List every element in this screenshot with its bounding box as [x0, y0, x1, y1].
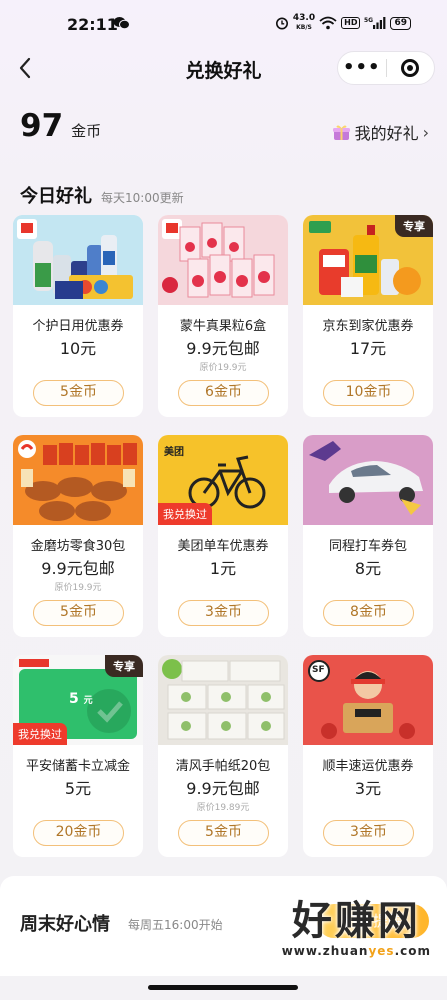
gift-card[interactable]: 美团 我兑换过 美团单车优惠券 1元 3金币	[158, 435, 288, 637]
gift-box-icon	[332, 125, 350, 140]
redeemed-tag: 我兑换过	[13, 723, 67, 745]
watermark-logo: 好赚网	[291, 898, 421, 944]
signal-icon: 5G	[364, 17, 386, 29]
gift-name: 蒙牛真果粒6盒	[179, 319, 267, 334]
gift-name: 顺丰速运优惠券	[322, 759, 414, 774]
gift-card[interactable]: 个护日用优惠券 10元 5金币	[13, 215, 143, 417]
exclusive-tag: 专享	[105, 655, 143, 677]
weekend-section: 周末好心情 每周五16:00开始 订阅提醒 好赚网 www.zhuanyes.c…	[0, 876, 447, 976]
chevron-right-icon: ›	[422, 122, 429, 142]
weekend-subtitle: 每周五16:00开始	[128, 918, 223, 932]
product-image: 美团 我兑换过	[158, 435, 288, 525]
personal-care-products-image	[13, 215, 143, 305]
coin-balance-unit: 金币	[71, 122, 102, 140]
coin-balance: 97 金币	[20, 108, 101, 144]
product-image	[13, 215, 143, 305]
gift-card[interactable]: 蒙牛真果粒6盒 9.9元包邮 原价19.9元 6金币	[158, 215, 288, 417]
gift-card[interactable]: 清风手帕纸20包 9.9元包邮 原价19.89元 5金币	[158, 655, 288, 857]
product-image: SF	[303, 655, 433, 745]
gift-price: 10元	[59, 339, 97, 358]
gift-card[interactable]: 专享 京东到家优惠券 17元 10金币	[303, 215, 433, 417]
product-image	[303, 435, 433, 525]
product-image	[13, 435, 143, 525]
mengniu-juice-boxes-image	[158, 215, 288, 305]
wifi-icon	[319, 16, 337, 30]
gift-price: 8元	[354, 559, 382, 578]
product-image: 5 元 专享 我兑换过	[13, 655, 143, 745]
miniapp-capsule: •••	[337, 51, 435, 85]
original-price: 原价19.9元	[54, 583, 102, 593]
product-image	[158, 655, 288, 745]
meituan-logo-text: 美团	[164, 447, 184, 458]
gift-name: 同程打车券包	[328, 539, 407, 554]
home-indicator[interactable]	[148, 985, 298, 990]
qingfeng-tissue-packs-image	[158, 655, 288, 745]
redeem-button[interactable]: 5金币	[178, 820, 269, 846]
weekend-title: 周末好心情	[20, 914, 110, 935]
gift-name: 清风手帕纸20包	[175, 759, 271, 774]
gift-price: 3元	[354, 779, 382, 798]
original-price: 原价19.9元	[199, 363, 247, 373]
wechat-icon	[113, 17, 130, 30]
redeem-button[interactable]: 10金币	[323, 380, 414, 406]
watermark-url: www.zhuanyes.com	[281, 944, 431, 958]
gift-price: 5元	[64, 779, 92, 798]
my-gifts-label: 我的好礼	[354, 124, 419, 143]
tongcheng-taxi-car-image	[303, 435, 433, 525]
more-dots-icon[interactable]: •••	[338, 51, 386, 85]
site-watermark: 好赚网 www.zhuanyes.com	[282, 888, 431, 958]
redeem-button[interactable]: 5金币	[33, 380, 124, 406]
capsule-close-icon[interactable]	[386, 59, 434, 77]
gift-price: 9.9元包邮	[186, 779, 260, 798]
voucher-amount-value: 5	[69, 691, 79, 707]
gift-name: 平安储蓄卡立减金	[25, 759, 130, 774]
gift-card[interactable]: 金磨坊零食30包 9.9元包邮 原价19.9元 5金币	[13, 435, 143, 637]
gift-name: 金磨坊零食30包	[30, 539, 126, 554]
gift-price: 1元	[209, 559, 237, 578]
svg-text:5G: 5G	[364, 17, 373, 24]
today-gifts-header: 今日好礼 每天10:00更新	[20, 182, 184, 208]
battery-indicator: 69	[390, 16, 411, 30]
redeemed-tag: 我兑换过	[158, 503, 212, 525]
hd-badge: HD	[341, 17, 361, 29]
redeem-button[interactable]: 5金币	[33, 600, 124, 626]
gift-card[interactable]: 5 元 专享 我兑换过 平安储蓄卡立减金 5元 20金币	[13, 655, 143, 857]
section-subtitle: 每天10:00更新	[101, 191, 184, 205]
sf-logo-text: SF	[312, 665, 325, 675]
my-gifts-link[interactable]: 我的好礼 ›	[332, 120, 429, 144]
gift-card[interactable]: SF 顺丰速运优惠券 3元 3金币	[303, 655, 433, 857]
redeem-button[interactable]: 6金币	[178, 380, 269, 406]
voucher-amount: 5 元	[69, 691, 93, 707]
nav-bar: 兑换好礼 •••	[0, 48, 447, 88]
gift-price: 17元	[349, 339, 387, 358]
gift-name: 个护日用优惠券	[32, 319, 124, 334]
section-title: 今日好礼	[20, 186, 92, 207]
gift-name: 京东到家优惠券	[322, 319, 414, 334]
status-indicators: 43.0 KB/S HD 5G 69	[275, 14, 411, 32]
gift-name: 美团单车优惠券	[177, 539, 269, 554]
voucher-amount-unit: 元	[83, 696, 93, 706]
gift-price: 9.9元包邮	[186, 339, 260, 358]
redeem-button[interactable]: 3金币	[178, 600, 269, 626]
redeem-button[interactable]: 8金币	[323, 600, 414, 626]
product-image	[158, 215, 288, 305]
redeem-button[interactable]: 20金币	[33, 820, 124, 846]
gift-price: 9.9元包邮	[41, 559, 115, 578]
status-bar: 22:11 43.0 KB/S HD 5G 69	[0, 0, 447, 48]
gift-grid: 个护日用优惠券 10元 5金币 蒙牛真果粒6盒 9.9元包邮 原价19.9元 6…	[13, 215, 433, 857]
product-image: 专享	[303, 215, 433, 305]
coin-balance-value: 97	[20, 108, 64, 144]
gift-card[interactable]: 同程打车券包 8元 8金币	[303, 435, 433, 637]
jinmofang-snacks-image	[13, 435, 143, 525]
exclusive-tag: 专享	[395, 215, 433, 237]
original-price: 原价19.89元	[196, 803, 250, 813]
redeem-button[interactable]: 3金币	[323, 820, 414, 846]
alarm-icon	[275, 17, 288, 30]
status-time: 22:11	[67, 15, 118, 34]
net-speed: 43.0 KB/S	[292, 13, 316, 32]
